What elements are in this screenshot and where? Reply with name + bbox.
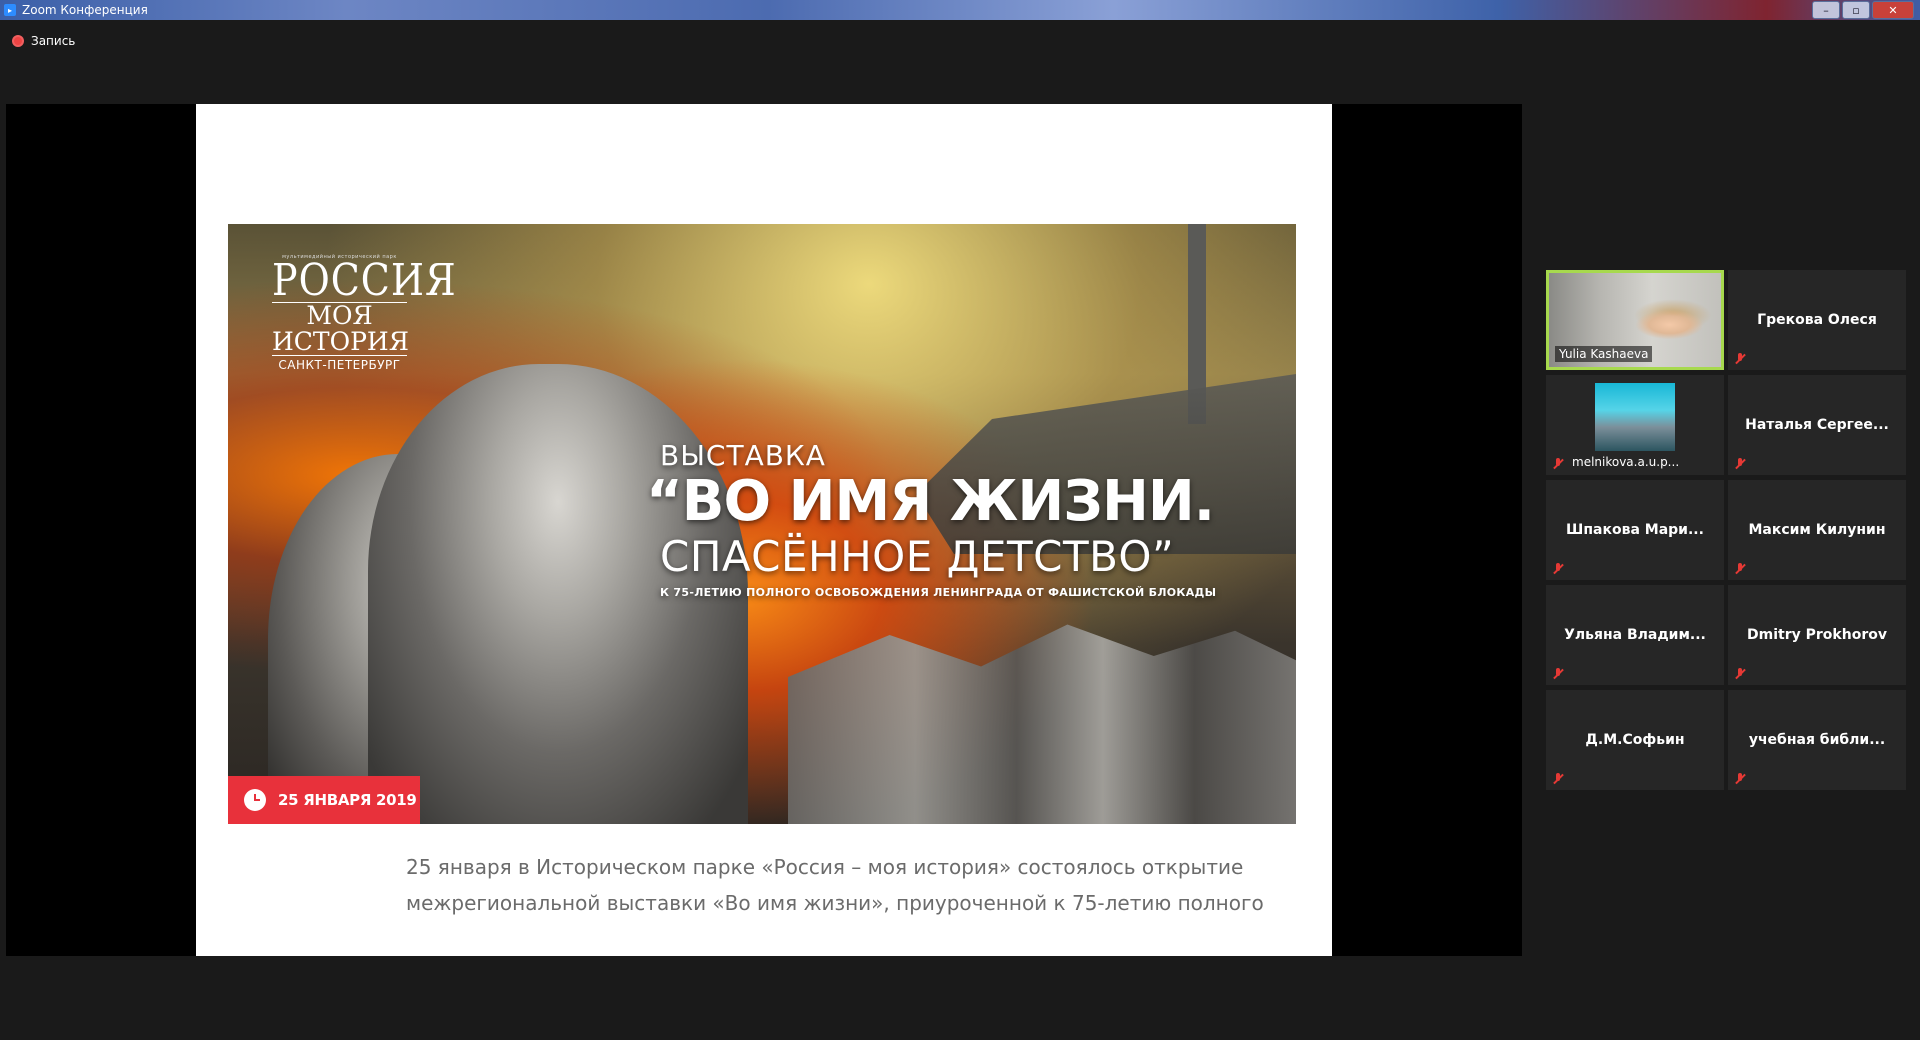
mic-muted-icon — [1552, 773, 1564, 785]
mic-muted-icon — [1734, 773, 1746, 785]
participant-tile[interactable]: Максим Килунин — [1728, 480, 1906, 580]
participant-tile[interactable]: Наталья Сергее... — [1728, 375, 1906, 475]
participant-tile[interactable]: Д.М.Софьин — [1546, 690, 1724, 790]
headline-line2: СПАСЁННОЕ ДЕТСТВО” — [660, 532, 1175, 581]
mic-muted-icon — [1734, 353, 1746, 365]
date-badge: 25 ЯНВАРЯ 2019 — [228, 776, 420, 824]
headline-subtitle: К 75-ЛЕТИЮ ПОЛНОГО ОСВОБОЖДЕНИЯ ЛЕНИНГРА… — [660, 586, 1217, 599]
exhibition-banner: мультимедийный исторический парк РОССИЯ … — [228, 224, 1296, 824]
mic-muted-icon — [1734, 668, 1746, 680]
shared-slide: мультимедийный исторический парк РОССИЯ … — [196, 104, 1332, 956]
participant-name: Шпакова Мари... — [1566, 522, 1704, 538]
participant-name: Максим Килунин — [1748, 522, 1886, 538]
participant-tile[interactable]: Dmitry Prokhorov — [1728, 585, 1906, 685]
minimize-button[interactable]: – — [1812, 1, 1840, 19]
participant-name: Dmitry Prokhorov — [1747, 627, 1887, 643]
body-line1: 25 января в Историческом парке «Россия –… — [406, 855, 1244, 879]
participant-name: melnikova.a.u.p... — [1572, 455, 1680, 469]
window-controls: – ▫ ✕ — [1812, 1, 1914, 19]
children-photo — [788, 624, 1296, 824]
participant-tile[interactable]: Ульяна Владим... — [1546, 585, 1724, 685]
mic-muted-icon — [1552, 668, 1564, 680]
logo-line2: МОЯ ИСТОРИЯ — [272, 301, 409, 356]
participant-tile[interactable]: Yulia Kashaeva — [1546, 270, 1724, 370]
participant-tile[interactable]: учебная библи... — [1728, 690, 1906, 790]
date-text: 25 ЯНВАРЯ 2019 — [278, 791, 417, 809]
park-logo: мультимедийный исторический парк РОССИЯ … — [272, 254, 457, 372]
participant-name: Yulia Kashaeva — [1555, 346, 1653, 362]
participant-name: Наталья Сергее... — [1745, 417, 1889, 433]
zoom-icon: ▸ — [4, 4, 16, 16]
window-title: Zoom Конференция — [22, 3, 148, 17]
mic-muted-icon — [1734, 458, 1746, 470]
mic-muted-icon — [1734, 563, 1746, 575]
participant-name: учебная библи... — [1748, 732, 1886, 748]
logo-line3: САНКТ-ПЕТЕРБУРГ — [278, 358, 401, 372]
participant-tile[interactable]: Грекова Олеся — [1728, 270, 1906, 370]
participant-tile[interactable]: Шпакова Мари... — [1546, 480, 1724, 580]
recording-label: Запись — [31, 34, 76, 48]
close-button[interactable]: ✕ — [1872, 1, 1914, 19]
clock-icon — [244, 789, 266, 811]
headline-pre: ВЫСТАВКА — [660, 439, 826, 472]
window-titlebar: ▸ Zoom Конференция – ▫ ✕ — [0, 0, 1920, 20]
participant-avatar — [1595, 383, 1675, 451]
exhibition-headline: ВЫСТАВКА “ВО ИМЯ ЖИЗНИ. СПАСЁННОЕ ДЕТСТВ… — [646, 439, 1217, 599]
participant-name: Д.М.Софьин — [1585, 732, 1685, 748]
headline-line1: “ВО ИМЯ ЖИЗНИ. — [646, 469, 1215, 534]
maximize-button[interactable]: ▫ — [1842, 1, 1870, 19]
record-icon — [12, 35, 24, 47]
body-line2: межрегиональной выставки «Во имя жизни»,… — [406, 891, 1264, 915]
logo-line1: РОССИЯ — [272, 254, 457, 306]
slide-body-text: 25 января в Историческом парке «Россия –… — [406, 849, 1286, 921]
mic-muted-icon — [1552, 563, 1564, 575]
participant-name: Грекова Олеся — [1757, 312, 1877, 328]
mic-muted-icon — [1552, 458, 1564, 470]
participant-name: Ульяна Владим... — [1564, 627, 1706, 643]
participant-tile[interactable]: melnikova.a.u.p... — [1546, 375, 1724, 475]
recording-indicator[interactable]: Запись — [12, 34, 75, 48]
